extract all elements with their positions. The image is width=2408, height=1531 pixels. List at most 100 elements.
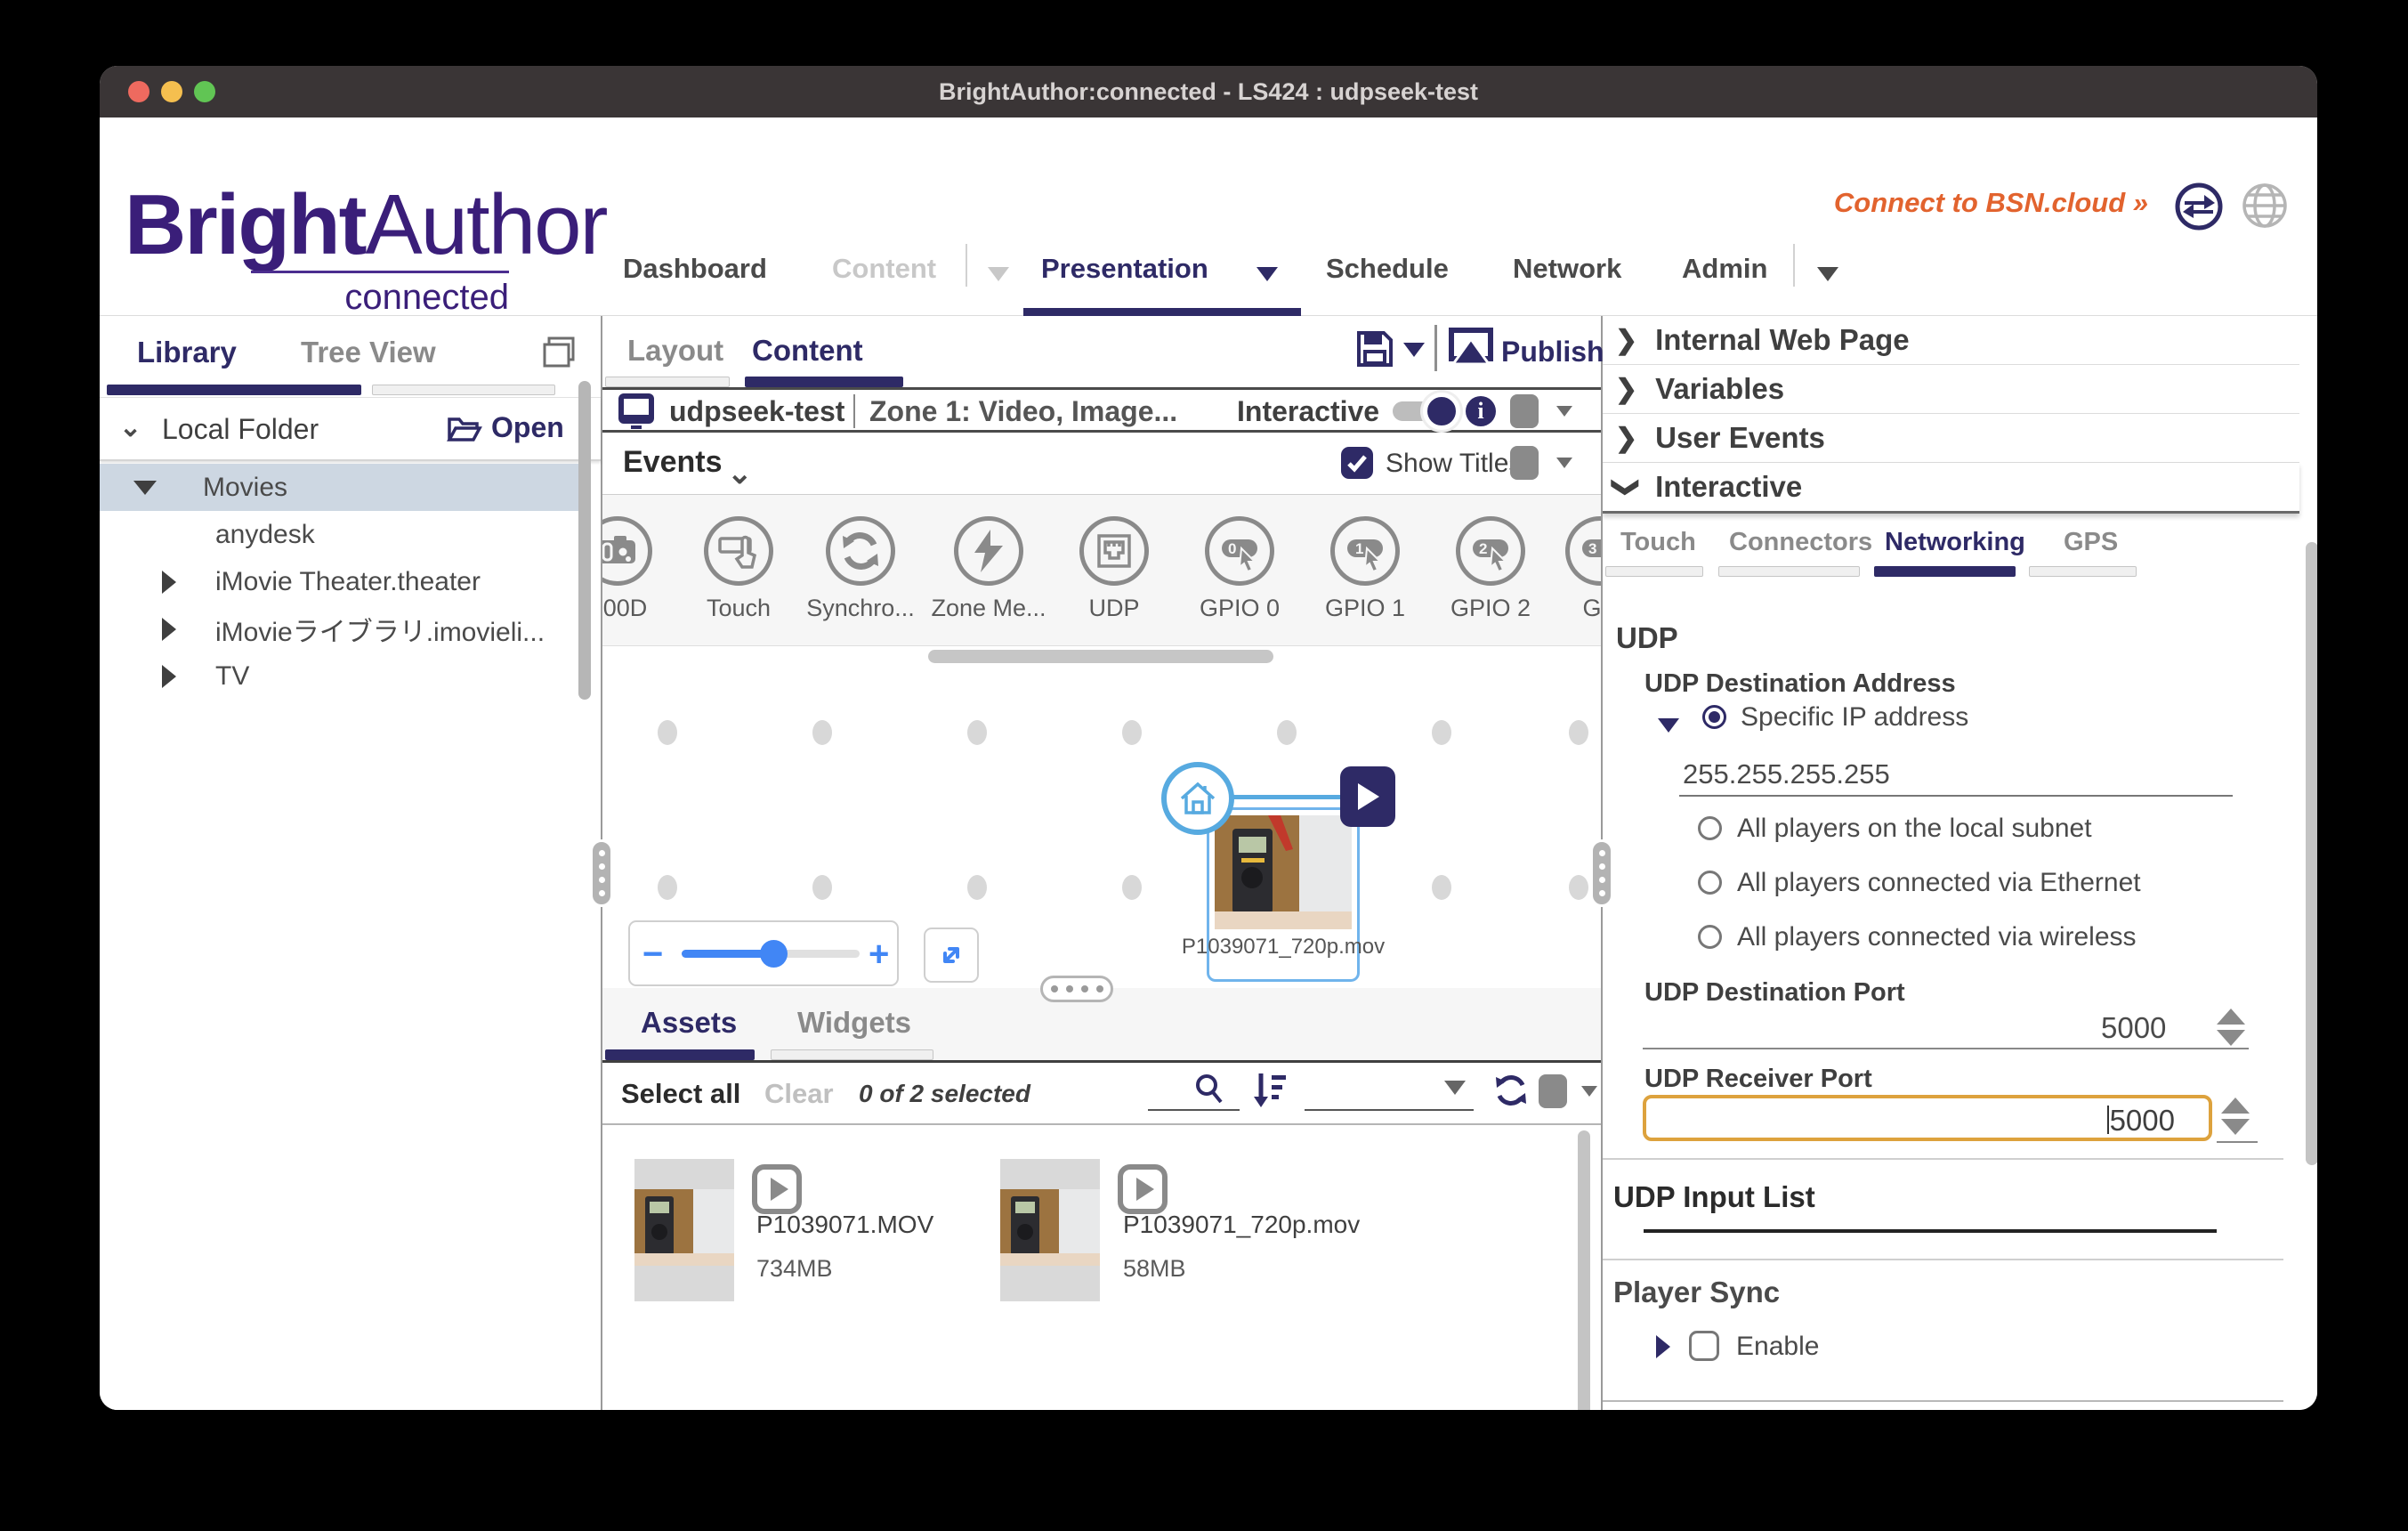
nav-presentation[interactable]: Presentation	[1041, 253, 1208, 285]
radio-specific-ip[interactable]	[1702, 705, 1726, 729]
events-expand-icon[interactable]: ⌄	[727, 456, 753, 491]
clear-button[interactable]: Clear	[764, 1078, 834, 1110]
search-icon[interactable]	[1192, 1072, 1227, 1107]
presentation-canvas[interactable]: P1039071_720p.mov − +	[602, 668, 1601, 988]
nav-dashboard[interactable]: Dashboard	[623, 253, 767, 285]
event-gpio3[interactable]: 3	[1565, 516, 1601, 586]
event-zone-message[interactable]	[954, 516, 1023, 586]
collapse-option-icon[interactable]	[1658, 718, 1679, 733]
event-camera-200d[interactable]	[602, 516, 652, 586]
select-all-button[interactable]: Select all	[621, 1078, 740, 1110]
expand-node-icon[interactable]	[162, 665, 176, 688]
zoom-window-button[interactable]	[194, 81, 215, 102]
popout-panel-icon[interactable]	[540, 334, 578, 371]
connect-bsn-link[interactable]: Connect to BSN.cloud »	[1834, 187, 2148, 219]
event-gpio2[interactable]: 2	[1456, 516, 1525, 586]
tree-item-anydesk[interactable]: anydesk	[100, 511, 587, 558]
radio-local-subnet[interactable]	[1698, 816, 1722, 840]
interactive-toggle[interactable]	[1393, 401, 1453, 421]
nav-presentation-dropdown-icon[interactable]	[1257, 267, 1278, 281]
inspector-scrollbar[interactable]	[2306, 542, 2317, 1165]
nav-schedule[interactable]: Schedule	[1326, 253, 1449, 285]
zoom-out-button[interactable]: −	[642, 935, 663, 975]
tab-library[interactable]: Library	[137, 336, 237, 369]
collapse-node-icon[interactable]	[133, 481, 157, 495]
transfer-icon[interactable]	[2174, 182, 2224, 231]
open-folder-icon[interactable]	[447, 414, 482, 444]
asset-thumbnail[interactable]	[1000, 1159, 1100, 1301]
color-swatch[interactable]	[1539, 1074, 1567, 1108]
expand-node-icon[interactable]	[162, 618, 176, 641]
expand-player-sync-icon[interactable]	[1656, 1335, 1670, 1358]
row-dropdown-icon[interactable]	[1556, 406, 1572, 417]
open-button[interactable]: Open	[491, 411, 564, 444]
close-window-button[interactable]	[128, 81, 149, 102]
event-gpio1[interactable]: 1	[1330, 516, 1400, 586]
nav-content-dropdown-icon[interactable]	[988, 267, 1009, 281]
udp-input-list-underline[interactable]	[1644, 1229, 2217, 1233]
globe-icon[interactable]	[2241, 182, 2289, 230]
toggle-knob[interactable]	[1423, 393, 1460, 430]
collapse-local-folder-icon[interactable]: ⌄	[119, 412, 141, 443]
tree-item-imovie-theater[interactable]: iMovie Theater.theater	[100, 558, 587, 605]
section-variables[interactable]: ❯ Variables	[1603, 365, 2299, 414]
save-icon[interactable]	[1354, 328, 1395, 369]
assets-drag-handle[interactable]	[1040, 976, 1113, 1002]
zoom-slider-handle[interactable]	[760, 940, 788, 968]
udp-dest-port-input[interactable]: 5000	[2101, 1011, 2166, 1045]
sidebar-scrollbar[interactable]	[578, 381, 591, 700]
enable-checkbox[interactable]	[1689, 1331, 1719, 1361]
udp-receiver-port-input[interactable]: 5000	[1643, 1095, 2212, 1141]
show-titles-checkbox[interactable]	[1341, 447, 1373, 479]
hscrollbar-thumb[interactable]	[928, 650, 1273, 663]
radio-via-ethernet[interactable]	[1698, 871, 1722, 895]
tab-widgets[interactable]: Widgets	[797, 1006, 911, 1040]
left-resize-handle[interactable]	[590, 839, 613, 907]
tab-content[interactable]: Content	[752, 334, 863, 368]
events-hscrollbar[interactable]	[602, 646, 1601, 668]
zone-label[interactable]: Zone 1: Video, Image...	[869, 395, 1177, 428]
tab-assets[interactable]: Assets	[641, 1006, 737, 1040]
tab-gps[interactable]: GPS	[2064, 528, 2118, 557]
nav-admin[interactable]: Admin	[1682, 253, 1767, 285]
dest-port-stepper[interactable]	[2217, 1009, 2245, 1046]
section-user-events[interactable]: ❯ User Events	[1603, 414, 2299, 463]
receiver-port-stepper[interactable]	[2221, 1098, 2250, 1135]
tree-item-tv[interactable]: TV	[100, 652, 587, 700]
tab-networking[interactable]: Networking	[1885, 528, 2025, 557]
info-icon[interactable]: i	[1466, 396, 1496, 426]
tab-tree-view[interactable]: Tree View	[301, 336, 436, 369]
home-state-icon[interactable]	[1161, 762, 1234, 835]
assets-scrollbar[interactable]	[1578, 1130, 1590, 1410]
color-swatch[interactable]	[1510, 394, 1539, 428]
nav-admin-dropdown-icon[interactable]	[1817, 267, 1838, 281]
tab-layout[interactable]: Layout	[627, 334, 723, 368]
sort-icon[interactable]	[1252, 1070, 1288, 1109]
radio-via-wireless[interactable]	[1698, 925, 1722, 949]
expand-node-icon[interactable]	[162, 571, 176, 594]
event-udp[interactable]	[1079, 516, 1149, 586]
filter-dropdown-icon[interactable]	[1444, 1081, 1466, 1095]
event-synchronize[interactable]	[826, 516, 895, 586]
tree-item-imovie-library[interactable]: iMovieライブラリ.imovieli...	[100, 605, 587, 652]
color-swatch[interactable]	[1510, 446, 1539, 480]
nav-network[interactable]: Network	[1513, 253, 1621, 285]
row-dropdown-icon[interactable]	[1556, 458, 1572, 468]
publish-icon[interactable]	[1448, 327, 1494, 371]
tab-connectors[interactable]: Connectors	[1729, 528, 1872, 557]
right-resize-handle[interactable]	[1590, 839, 1613, 907]
section-internal-web-page[interactable]: ❯ Internal Web Page	[1603, 316, 2299, 365]
zoom-in-button[interactable]: +	[869, 935, 889, 975]
event-gpio0[interactable]: 0	[1205, 516, 1274, 586]
section-interactive[interactable]: ❯ Interactive	[1603, 463, 2299, 514]
asset-thumbnail[interactable]	[634, 1159, 734, 1301]
publish-button[interactable]: Publish	[1501, 336, 1604, 369]
canvas-media-item[interactable]: P1039071_720p.mov	[1207, 807, 1360, 982]
tab-touch[interactable]: Touch	[1620, 528, 1696, 557]
ip-address-input[interactable]: 255.255.255.255	[1683, 758, 1890, 790]
nav-content[interactable]: Content	[832, 253, 936, 285]
refresh-icon[interactable]	[1492, 1072, 1530, 1109]
save-dropdown-icon[interactable]	[1403, 343, 1425, 357]
minimize-window-button[interactable]	[161, 81, 182, 102]
event-touch[interactable]	[704, 516, 773, 586]
